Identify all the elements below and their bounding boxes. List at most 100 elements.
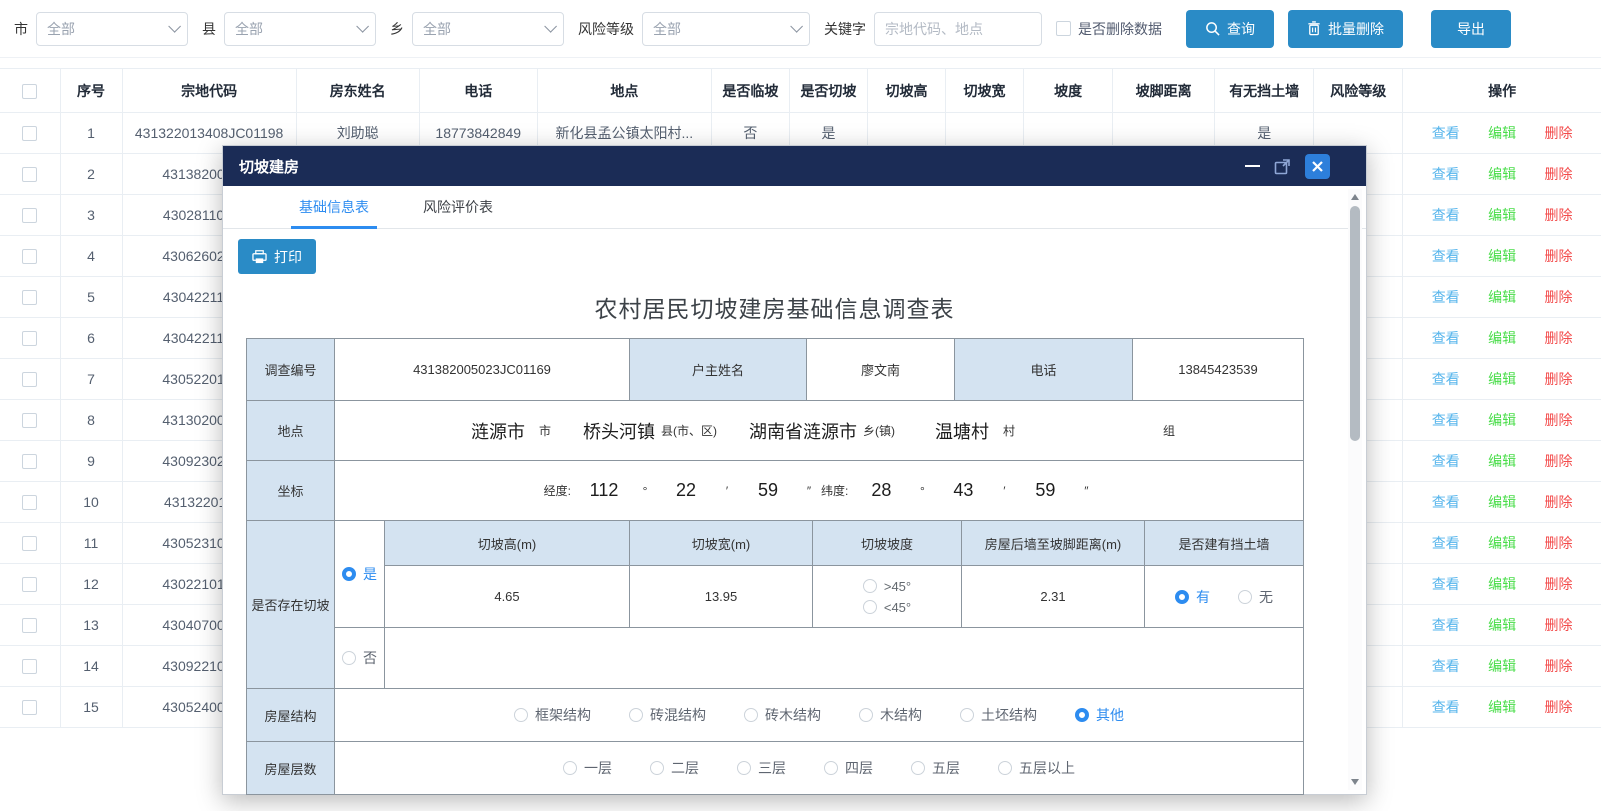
edit-link[interactable]: 编辑 [1488, 615, 1516, 635]
row-checkbox[interactable] [22, 495, 37, 510]
close-icon[interactable] [1305, 154, 1330, 179]
edit-link[interactable]: 编辑 [1488, 451, 1516, 471]
delete-link[interactable]: 删除 [1545, 287, 1573, 307]
delete-link[interactable]: 删除 [1545, 697, 1573, 717]
risk-level-select[interactable]: 全部 [642, 12, 810, 46]
delete-link[interactable]: 删除 [1545, 123, 1573, 143]
select-all-checkbox[interactable] [22, 84, 37, 99]
delete-link[interactable]: 删除 [1545, 205, 1573, 225]
edit-link[interactable]: 编辑 [1488, 697, 1516, 717]
row-checkbox[interactable] [22, 454, 37, 469]
radio-option[interactable]: 五层 [911, 758, 960, 778]
row-checkbox[interactable] [22, 290, 37, 305]
delete-link[interactable]: 删除 [1545, 328, 1573, 348]
batch-delete-button[interactable]: 批量删除 [1288, 10, 1403, 48]
radio-option[interactable]: <45° [863, 600, 911, 615]
print-button[interactable]: 打印 [238, 239, 316, 274]
view-link[interactable]: 查看 [1432, 369, 1460, 389]
scroll-up-icon[interactable] [1351, 194, 1359, 200]
edit-link[interactable]: 编辑 [1488, 656, 1516, 676]
keyword-input[interactable] [874, 12, 1042, 46]
view-link[interactable]: 查看 [1432, 533, 1460, 553]
edit-link[interactable]: 编辑 [1488, 410, 1516, 430]
edit-link[interactable]: 编辑 [1488, 205, 1516, 225]
edit-link[interactable]: 编辑 [1488, 328, 1516, 348]
minimize-icon[interactable] [1245, 165, 1260, 167]
delete-link[interactable]: 删除 [1545, 164, 1573, 184]
view-link[interactable]: 查看 [1432, 123, 1460, 143]
radio-option[interactable]: 五层以上 [998, 758, 1075, 778]
tab-risk-evaluation[interactable]: 风险评价表 [407, 186, 509, 228]
edit-link[interactable]: 编辑 [1488, 287, 1516, 307]
row-checkbox[interactable] [22, 413, 37, 428]
radio-option[interactable]: 砖木结构 [744, 705, 821, 725]
export-button[interactable]: 导出 [1431, 10, 1511, 48]
edit-link[interactable]: 编辑 [1488, 164, 1516, 184]
edit-link[interactable]: 编辑 [1488, 492, 1516, 512]
edit-link[interactable]: 编辑 [1488, 123, 1516, 143]
row-checkbox[interactable] [22, 700, 37, 715]
radio-option[interactable]: 土坯结构 [960, 705, 1037, 725]
view-link[interactable]: 查看 [1432, 205, 1460, 225]
row-checkbox[interactable] [22, 249, 37, 264]
radio-option[interactable]: 有 [1175, 587, 1210, 607]
scrollbar-thumb[interactable] [1350, 206, 1360, 441]
delete-link[interactable]: 删除 [1545, 492, 1573, 512]
view-link[interactable]: 查看 [1432, 574, 1460, 594]
radio-option[interactable]: 砖混结构 [629, 705, 706, 725]
row-checkbox[interactable] [22, 618, 37, 633]
county-select[interactable]: 全部 [224, 12, 376, 46]
view-link[interactable]: 查看 [1432, 328, 1460, 348]
tab-basic-info[interactable]: 基础信息表 [283, 186, 385, 228]
delete-link[interactable]: 删除 [1545, 369, 1573, 389]
row-checkbox[interactable] [22, 577, 37, 592]
radio-cutslope-no[interactable]: 否 [342, 648, 377, 668]
edit-link[interactable]: 编辑 [1488, 369, 1516, 389]
dialog-scrollbar[interactable] [1348, 189, 1362, 790]
township-select[interactable]: 全部 [412, 12, 564, 46]
delete-link[interactable]: 删除 [1545, 615, 1573, 635]
maximize-icon[interactable] [1274, 158, 1291, 175]
delete-link[interactable]: 删除 [1545, 246, 1573, 266]
radio-icon [342, 651, 356, 665]
radio-option[interactable]: 木结构 [859, 705, 922, 725]
scroll-down-icon[interactable] [1351, 779, 1359, 785]
view-link[interactable]: 查看 [1432, 410, 1460, 430]
query-button[interactable]: 查询 [1186, 10, 1274, 48]
row-checkbox[interactable] [22, 659, 37, 674]
dialog-titlebar[interactable]: 切坡建房 [223, 146, 1366, 186]
show-deleted-checkbox[interactable] [1056, 21, 1071, 36]
edit-link[interactable]: 编辑 [1488, 246, 1516, 266]
delete-link[interactable]: 删除 [1545, 533, 1573, 553]
row-checkbox[interactable] [22, 536, 37, 551]
edit-link[interactable]: 编辑 [1488, 574, 1516, 594]
view-link[interactable]: 查看 [1432, 164, 1460, 184]
city-select[interactable]: 全部 [36, 12, 188, 46]
delete-link[interactable]: 删除 [1545, 574, 1573, 594]
row-checkbox[interactable] [22, 208, 37, 223]
radio-option[interactable]: 一层 [563, 758, 612, 778]
delete-link[interactable]: 删除 [1545, 410, 1573, 430]
row-checkbox[interactable] [22, 331, 37, 346]
view-link[interactable]: 查看 [1432, 246, 1460, 266]
edit-link[interactable]: 编辑 [1488, 533, 1516, 553]
view-link[interactable]: 查看 [1432, 451, 1460, 471]
radio-cutslope-yes[interactable]: 是 [342, 564, 377, 584]
view-link[interactable]: 查看 [1432, 697, 1460, 717]
delete-link[interactable]: 删除 [1545, 451, 1573, 471]
view-link[interactable]: 查看 [1432, 287, 1460, 307]
radio-option[interactable]: >45° [863, 579, 911, 594]
radio-option[interactable]: 四层 [824, 758, 873, 778]
radio-option[interactable]: 框架结构 [514, 705, 591, 725]
radio-option[interactable]: 三层 [737, 758, 786, 778]
radio-option[interactable]: 其他 [1075, 705, 1124, 725]
view-link[interactable]: 查看 [1432, 492, 1460, 512]
delete-link[interactable]: 删除 [1545, 656, 1573, 676]
radio-option[interactable]: 无 [1238, 587, 1273, 607]
row-checkbox[interactable] [22, 372, 37, 387]
view-link[interactable]: 查看 [1432, 615, 1460, 635]
row-checkbox[interactable] [22, 126, 37, 141]
view-link[interactable]: 查看 [1432, 656, 1460, 676]
radio-option[interactable]: 二层 [650, 758, 699, 778]
row-checkbox[interactable] [22, 167, 37, 182]
